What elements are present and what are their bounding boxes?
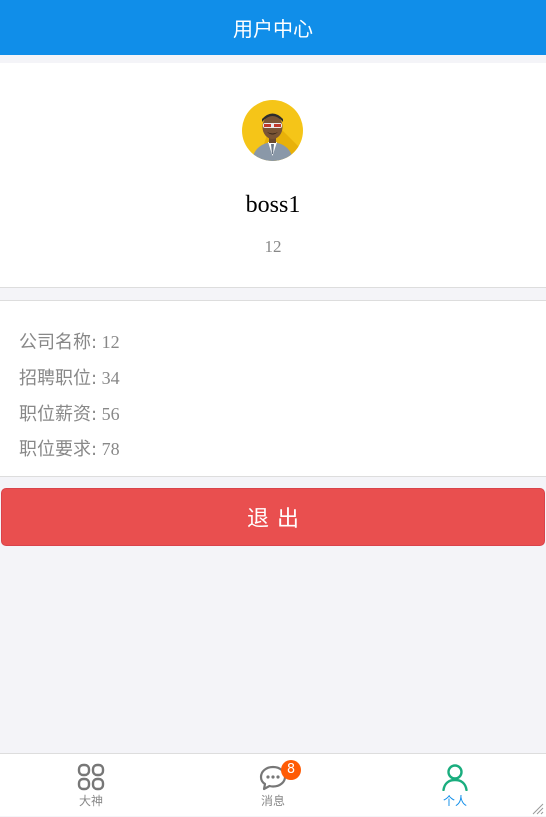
- info-label: 职位要求:: [19, 439, 98, 460]
- tab-messages[interactable]: 8 消息: [182, 754, 364, 816]
- info-label: 公司名称:: [19, 332, 98, 353]
- info-value: 56: [101, 404, 120, 424]
- tab-dashen[interactable]: 大神: [0, 754, 182, 816]
- navbar: 用户中心: [0, 0, 546, 55]
- info-label: 职位薪资:: [19, 404, 98, 425]
- tab-label: 大神: [78, 794, 103, 808]
- info-row-requirement: 职位要求: 78: [19, 435, 120, 461]
- unread-badge: 8: [281, 760, 301, 780]
- user-icon: [442, 764, 468, 791]
- info-row-salary: 职位薪资: 56: [19, 400, 120, 426]
- grid-icon: [77, 763, 105, 791]
- info-label: 招聘职位:: [19, 368, 98, 389]
- job-info-list: 公司名称: 12 招聘职位: 34 职位薪资: 56 职位要求: 78: [0, 300, 546, 477]
- tab-label: 消息: [260, 794, 285, 808]
- tab-personal[interactable]: 个人: [364, 754, 546, 816]
- info-value: 78: [101, 439, 120, 459]
- info-value: 34: [101, 368, 120, 388]
- resize-grip-icon[interactable]: [530, 801, 544, 815]
- logout-button[interactable]: 退出: [1, 488, 545, 546]
- info-row-position: 招聘职位: 34: [19, 364, 120, 390]
- boss-avatar-icon: [242, 100, 303, 161]
- tab-bar: 大神 8 消息 个人: [0, 753, 546, 816]
- tab-label: 个人: [442, 794, 467, 808]
- info-value: 12: [101, 332, 120, 352]
- username: boss1: [245, 192, 301, 218]
- page-title: 用户中心: [233, 17, 313, 41]
- profile-card: boss1 12: [0, 63, 546, 288]
- info-row-company: 公司名称: 12: [19, 328, 120, 354]
- company-subtitle: 12: [264, 237, 282, 256]
